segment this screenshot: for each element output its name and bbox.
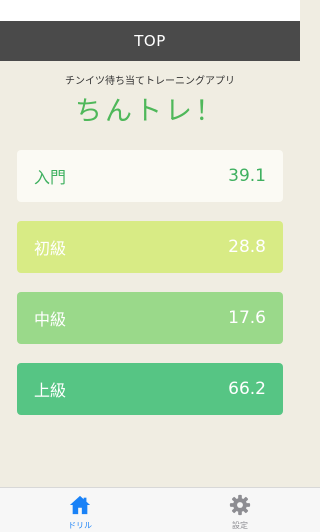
- level-card-intermediate[interactable]: 中級 17.6: [17, 292, 283, 344]
- level-card-beginner[interactable]: 入門 39.1: [17, 150, 283, 202]
- status-bar: [0, 0, 300, 21]
- level-score: 17.6: [228, 308, 266, 328]
- home-icon: [69, 495, 91, 515]
- level-name: 中級: [34, 310, 67, 329]
- main-content: チンイツ待ち当てトレーニングアプリ ちんトレ！ 入門 39.1 初級 28.8 …: [0, 61, 300, 487]
- level-name: 上級: [34, 381, 67, 400]
- nav-title: TOP: [134, 32, 166, 50]
- level-score: 28.8: [228, 237, 266, 257]
- app-title: ちんトレ！: [75, 96, 225, 127]
- gear-icon: [229, 494, 251, 516]
- level-name: 初級: [34, 239, 67, 258]
- tab-drill[interactable]: ドリル: [0, 488, 160, 532]
- level-card-novice[interactable]: 初級 28.8: [17, 221, 283, 273]
- tab-bar: ドリル 設定: [0, 487, 320, 532]
- tab-settings[interactable]: 設定: [160, 488, 320, 532]
- level-card-advanced[interactable]: 上級 66.2: [17, 363, 283, 415]
- tab-label: 設定: [232, 521, 248, 530]
- level-name: 入門: [34, 168, 67, 187]
- app-subtitle: チンイツ待ち当てトレーニングアプリ: [65, 76, 235, 87]
- nav-bar: TOP: [0, 21, 300, 61]
- tab-label: ドリル: [68, 521, 92, 530]
- level-score: 39.1: [228, 166, 266, 186]
- level-score: 66.2: [228, 379, 266, 399]
